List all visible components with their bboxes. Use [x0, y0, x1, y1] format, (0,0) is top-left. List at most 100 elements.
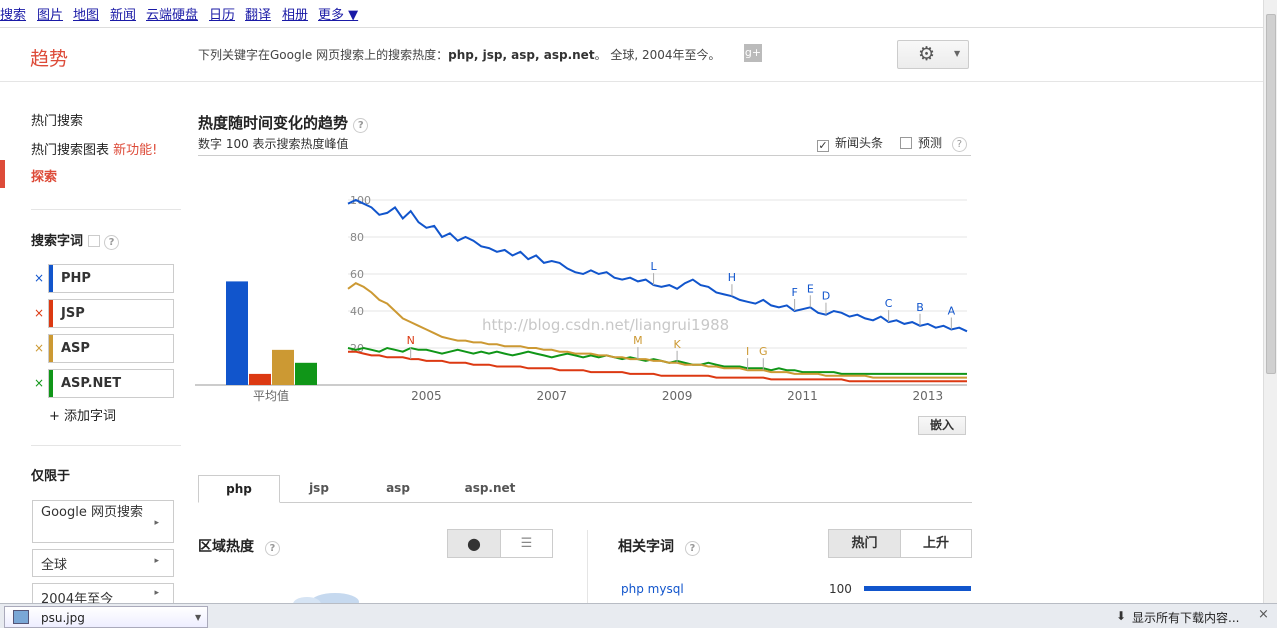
color-swatch	[49, 300, 53, 327]
y-tick-label: 80	[350, 231, 364, 244]
tab-aspnet[interactable]: asp.net	[449, 475, 531, 503]
remove-icon[interactable]: ×	[34, 271, 44, 285]
annotation-label: A	[948, 305, 956, 318]
nav-news[interactable]: 新闻	[110, 4, 136, 23]
series-line	[347, 198, 968, 333]
annotation-label: H	[728, 271, 736, 284]
term-jsp[interactable]: × JSP	[32, 299, 174, 328]
average-bar	[272, 349, 294, 385]
annotation-label: I	[746, 345, 749, 358]
gear-icon: ⚙	[918, 43, 936, 65]
average-bar	[226, 281, 248, 385]
download-item[interactable]: psu.jpg ▼	[4, 606, 208, 628]
x-tick-label: 2013	[913, 389, 944, 403]
divider	[198, 155, 971, 156]
close-icon[interactable]: ×	[1258, 607, 1269, 622]
news-headlines-toggle[interactable]: ✓ 新闻头条	[817, 134, 883, 152]
remove-icon[interactable]: ×	[34, 376, 44, 390]
remove-icon[interactable]: ×	[34, 341, 44, 355]
annotation-label: K	[673, 338, 681, 351]
nav-search[interactable]: 搜索	[0, 4, 26, 23]
help-icon[interactable]: ?	[353, 118, 369, 133]
annotation-label: E	[807, 282, 814, 295]
nav-more[interactable]: 更多 ▼	[318, 4, 358, 23]
nav-calendar[interactable]: 日历	[209, 4, 235, 23]
chevron-right-icon: ▸	[154, 588, 159, 598]
annotation-label: N	[407, 334, 415, 347]
new-feature-badge: 新功能!	[113, 143, 158, 158]
limit-heading: 仅限于	[31, 469, 71, 484]
remove-icon[interactable]: ×	[34, 306, 44, 320]
top-navigation: 搜索 图片 地图 新闻 云端硬盘 日历 翻译 相册 更多 ▼	[0, 0, 1263, 28]
region-heading: 区域热度 ?	[198, 536, 280, 556]
help-icon[interactable]: ?	[684, 541, 700, 556]
term-asp[interactable]: × ASP	[32, 334, 174, 363]
checkbox[interactable]	[900, 137, 912, 149]
nav-maps[interactable]: 地图	[73, 4, 99, 23]
average-label: 平均值	[253, 388, 289, 403]
chevron-right-icon: ▸	[154, 517, 159, 528]
nav-translate[interactable]: 翻译	[245, 4, 271, 23]
y-tick-label: 60	[350, 268, 364, 281]
chevron-down-icon: ▼	[954, 49, 961, 58]
help-icon[interactable]: ?	[951, 137, 967, 152]
show-all-downloads-link[interactable]: 显示所有下载内容...	[1132, 609, 1239, 626]
brand-title[interactable]: 趋势	[30, 44, 68, 71]
x-tick-label: 2007	[536, 389, 567, 403]
nav-photos[interactable]: 相册	[282, 4, 308, 23]
chart-title: 热度随时间变化的趋势 ?	[198, 112, 369, 133]
nav-drive[interactable]: 云端硬盘	[146, 4, 198, 23]
sidebar-item-hot-searches[interactable]: 热门搜索	[31, 110, 83, 129]
sidebar-item-explore[interactable]: 探索	[31, 166, 57, 185]
related-term-bar	[864, 586, 971, 591]
term-label: PHP	[61, 271, 91, 286]
color-swatch	[49, 265, 53, 292]
term-label: ASP.NET	[61, 376, 122, 391]
help-icon[interactable]: ?	[104, 235, 120, 250]
settings-button[interactable]: ⚙ ▼	[897, 40, 969, 69]
tab-asp[interactable]: asp	[357, 475, 439, 503]
trend-chart[interactable]: 20406080100平均值 2005 2007 2009 2011 2013LHF EDC…	[195, 160, 975, 410]
checkbox-checked-icon[interactable]: ✓	[817, 140, 829, 152]
region-view-toggle: ● ☰	[447, 529, 553, 558]
page-scrollbar[interactable]	[1263, 0, 1277, 603]
list-icon[interactable]: ☰	[501, 530, 552, 557]
watermark: http://blog.csdn.net/liangrui1988	[482, 316, 729, 334]
annotation-label: M	[633, 334, 643, 347]
embed-button[interactable]: 嵌入	[918, 416, 966, 435]
tab-jsp[interactable]: jsp	[278, 475, 360, 503]
chevron-down-icon[interactable]: ▼	[195, 613, 201, 622]
related-sort-toggle: 热门 上升	[828, 529, 972, 558]
search-terms-heading: 搜索字词 ?	[31, 230, 120, 250]
chevron-right-icon: ▸	[154, 556, 159, 566]
forecast-toggle[interactable]: 预测 ?	[900, 134, 967, 152]
sort-rising-button[interactable]: 上升	[901, 530, 971, 557]
download-bar: psu.jpg ▼ ⬇ 显示所有下载内容... ×	[0, 603, 1277, 628]
filter-property[interactable]: Google 网页搜索 ▸	[32, 500, 174, 543]
related-term-link[interactable]: php mysql	[621, 582, 684, 596]
add-term-link[interactable]: + 添加字词	[49, 405, 116, 424]
g-plus-icon[interactable]: g+	[744, 44, 762, 62]
divider	[31, 209, 181, 210]
checkbox[interactable]	[87, 235, 100, 247]
sidebar-item-hot-charts[interactable]: 热门搜索图表 新功能!	[31, 139, 157, 158]
tab-php[interactable]: php	[198, 475, 280, 503]
map-thumbnail	[293, 593, 359, 604]
y-tick-label: 40	[350, 305, 364, 318]
sort-top-button[interactable]: 热门	[829, 530, 901, 557]
filter-region[interactable]: 全球 ▸	[32, 549, 174, 577]
image-file-icon	[13, 610, 29, 624]
term-aspnet[interactable]: × ASP.NET	[32, 369, 174, 398]
chart-subtitle: 数字 100 表示搜索热度峰值	[198, 137, 349, 151]
nav-images[interactable]: 图片	[37, 4, 63, 23]
scrollbar-thumb[interactable]	[1266, 14, 1276, 374]
globe-icon[interactable]: ●	[448, 530, 501, 557]
help-icon[interactable]: ?	[264, 541, 280, 556]
annotation-label: F	[791, 286, 797, 299]
color-swatch	[49, 335, 53, 362]
page-header: 趋势 下列关键字在Google 网页搜索上的搜索热度：php, jsp, asp…	[0, 28, 1263, 82]
term-php[interactable]: × PHP	[32, 264, 174, 293]
active-indicator	[0, 160, 5, 188]
x-tick-label: 2011	[787, 389, 818, 403]
download-filename: psu.jpg	[41, 611, 85, 625]
